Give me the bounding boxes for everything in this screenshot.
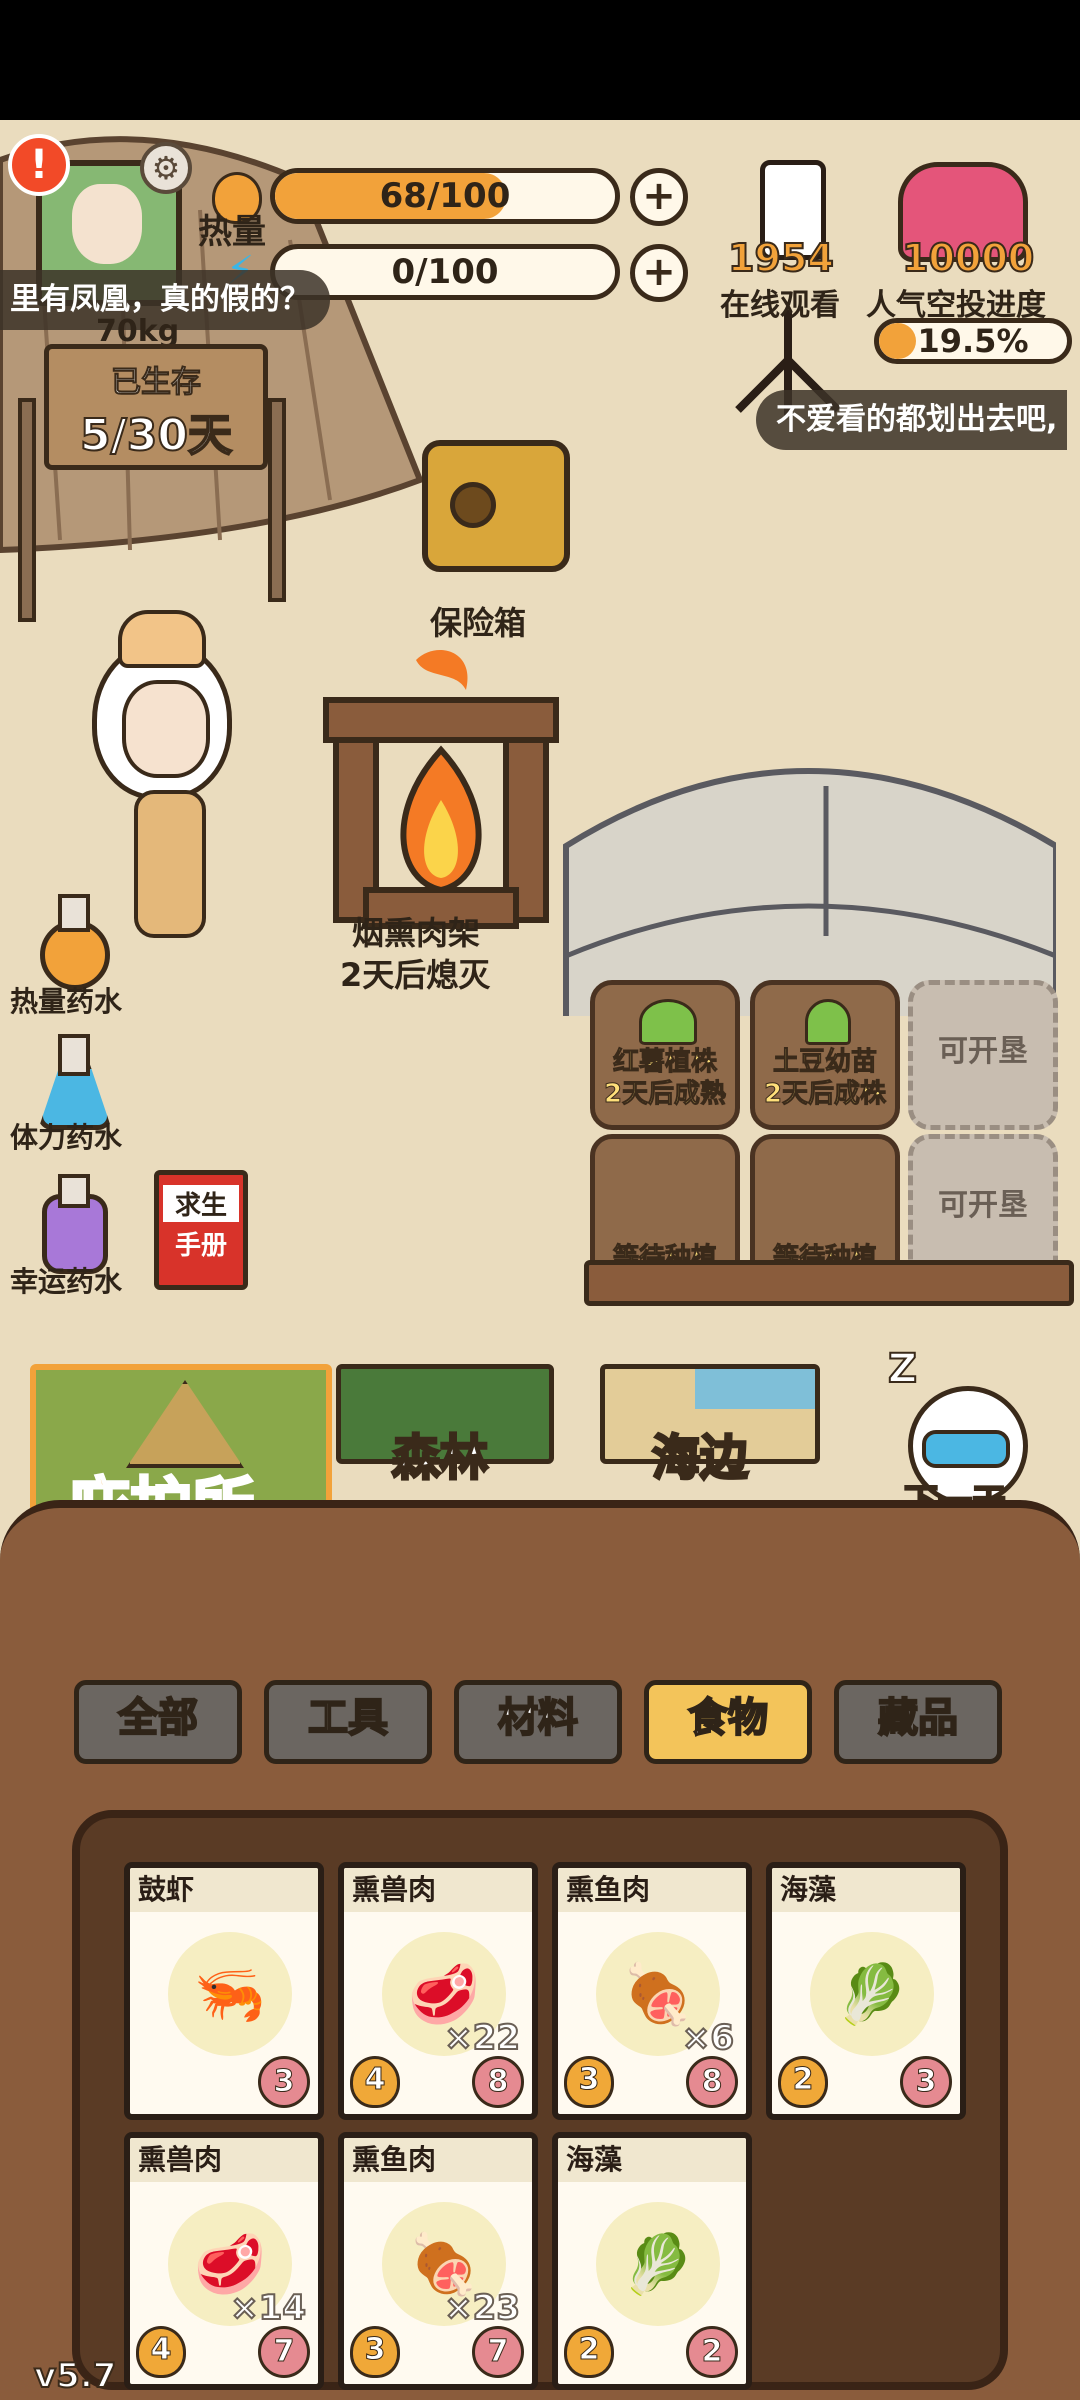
heat-potion-label: 热量药水 — [10, 985, 123, 1018]
item-stamina-value: 3 — [900, 2056, 952, 2108]
item-stamina-value: 8 — [686, 2056, 738, 2108]
item-name: 海藻 — [558, 2138, 746, 2182]
smoker-label: 烟熏肉架 — [352, 914, 481, 952]
item-heat-value: 4 — [136, 2326, 186, 2378]
safe-label: 保险箱 — [430, 604, 527, 642]
airdrop-progress-bar: 19.5% — [874, 318, 1072, 364]
survival-manual-book[interactable]: 求生 手册 — [154, 1170, 248, 1290]
alert-icon[interactable]: ! — [8, 134, 70, 196]
garden-plot-1[interactable]: 红薯植株 2天后成熟 — [590, 980, 740, 1130]
avatar-face — [72, 184, 142, 264]
stamina-potion-icon[interactable] — [26, 1030, 116, 1130]
chat-message-right: 不爱看的都划出去吧, — [756, 390, 1068, 450]
sleep-z-icon: Z — [887, 1345, 918, 1393]
survival-sign: 已生存 5/30天 — [44, 344, 268, 470]
airdrop-value: 10000 — [901, 235, 1035, 281]
item-quantity: ×22 — [443, 2017, 521, 2059]
inventory-item-card[interactable]: 熏兽肉 🥩 ×22 4 8 — [338, 1862, 538, 2120]
tab-all[interactable]: 全部 — [74, 1680, 242, 1764]
tab-food-label: 食物 — [687, 1694, 769, 1742]
item-quantity: ×6 — [681, 2017, 735, 2059]
tab-tools-label: 工具 — [307, 1694, 389, 1742]
inventory-item-card[interactable]: 熏鱼肉 🍖 ×23 3 7 — [338, 2132, 538, 2390]
survival-title: 已生存 — [111, 365, 202, 401]
safe-dial-icon — [450, 482, 496, 528]
manual-line2: 手册 — [174, 1231, 227, 1261]
item-heat-value: 3 — [564, 2056, 614, 2108]
smoker-rack-fire[interactable] — [316, 640, 566, 950]
add-stamina-button[interactable]: + — [630, 244, 688, 302]
inventory-item-card[interactable]: 熏鱼肉 🍖 ×6 3 8 — [552, 1862, 752, 2120]
item-stamina-value: 8 — [472, 2056, 524, 2108]
stamina-potion-label: 体力药水 — [10, 1121, 123, 1154]
plot-1-line2: 2天后成熟 — [603, 1079, 727, 1110]
garden-fence — [584, 1260, 1074, 1306]
item-icon: 🦐 — [193, 1960, 267, 2028]
item-name: 鼓虾 — [130, 1868, 318, 1912]
plot-1-line1: 红薯植株 — [612, 1047, 717, 1078]
sprout-icon — [639, 999, 697, 1045]
item-name: 熏鱼肉 — [558, 1868, 746, 1912]
item-name: 熏鱼肉 — [344, 2138, 532, 2182]
heat-potion-icon[interactable] — [26, 890, 116, 990]
smoker-status: 2天后熄灭 — [340, 956, 491, 994]
safe-box[interactable] — [422, 440, 570, 572]
heat-label: 热量 — [198, 212, 266, 252]
item-heat-value: 2 — [564, 2326, 614, 2378]
add-heat-button[interactable]: + — [630, 168, 688, 226]
tab-food[interactable]: 食物 — [644, 1680, 812, 1764]
item-stamina-value: 7 — [258, 2326, 310, 2378]
inventory-item-card[interactable]: 海藻 🥬 2 2 — [552, 2132, 752, 2390]
garden-plot-3[interactable]: 可开垦 — [908, 980, 1058, 1130]
item-name: 熏兽肉 — [344, 1868, 532, 1912]
viewer-label: 在线观看 — [720, 288, 840, 323]
luck-potion-label: 幸运药水 — [10, 1265, 123, 1298]
item-stamina-value: 3 — [258, 2056, 310, 2108]
sprout-icon — [805, 999, 851, 1045]
inventory-item-card[interactable]: 海藻 🥬 2 3 — [766, 1862, 966, 2120]
inventory-item-card[interactable]: 熏兽肉 🥩 ×14 4 7 — [124, 2132, 324, 2390]
game-scene: ! ⚙ 热量 68/100 + ⚡ 0/100 + 里有凤凰，真的假的？ 70k… — [0, 120, 1080, 2400]
item-quantity: ×14 — [229, 2287, 307, 2329]
plot-3-line1: 可开垦 — [938, 1034, 1028, 1069]
plot-2-line2: 2天后成株 — [763, 1079, 887, 1110]
item-heat-value: 2 — [778, 2056, 828, 2108]
tab-materials-label: 材料 — [497, 1694, 579, 1742]
airdrop-percent: 19.5% — [917, 322, 1029, 360]
tab-all-label: 全部 — [117, 1694, 199, 1742]
item-name: 海藻 — [772, 1868, 960, 1912]
item-stamina-value: 7 — [472, 2326, 524, 2378]
area-beach-label: 海边 — [650, 1429, 749, 1488]
heat-value: 68/100 — [379, 176, 511, 216]
version-label: v5.7 — [33, 2355, 117, 2397]
item-heat-value: 4 — [350, 2056, 400, 2108]
tab-tools[interactable]: 工具 — [264, 1680, 432, 1764]
tab-collectibles[interactable]: 藏品 — [834, 1680, 1002, 1764]
heat-bar: 68/100 — [270, 168, 620, 224]
viewer-count: 1954 — [727, 235, 835, 281]
tent-icon — [126, 1380, 244, 1468]
survival-days: 5/30天 — [79, 409, 233, 462]
garden-plot-2[interactable]: 土豆幼苗 2天后成株 — [750, 980, 900, 1130]
tab-materials[interactable]: 材料 — [454, 1680, 622, 1764]
item-name: 熏兽肉 — [130, 2138, 318, 2182]
luck-potion-icon[interactable] — [26, 1170, 116, 1274]
item-icon: 🥬 — [835, 1960, 909, 2028]
tab-collectibles-label: 藏品 — [877, 1694, 959, 1742]
item-stamina-value: 2 — [686, 2326, 738, 2378]
area-forest-label: 森林 — [390, 1429, 489, 1488]
item-heat-value: 3 — [350, 2326, 400, 2378]
settings-gear-icon[interactable]: ⚙ — [140, 142, 192, 194]
plot-2-line1: 土豆幼苗 — [772, 1047, 877, 1078]
manual-line1: 求生 — [163, 1185, 239, 1222]
inventory-panel: 鼓虾 🦐 3 熏兽肉 🥩 ×22 4 8 熏鱼肉 🍖 ×6 3 8 海藻 🥬 2 3 熏兽肉 🥩 ×14 4 7 熏鱼肉 🍖 ×… — [72, 1810, 1008, 2390]
plot-6-line1: 可开垦 — [938, 1188, 1028, 1223]
item-quantity: ×23 — [443, 2287, 521, 2329]
item-icon: 🥬 — [621, 2230, 695, 2298]
inventory-item-card[interactable]: 鼓虾 🦐 3 — [124, 1862, 324, 2120]
